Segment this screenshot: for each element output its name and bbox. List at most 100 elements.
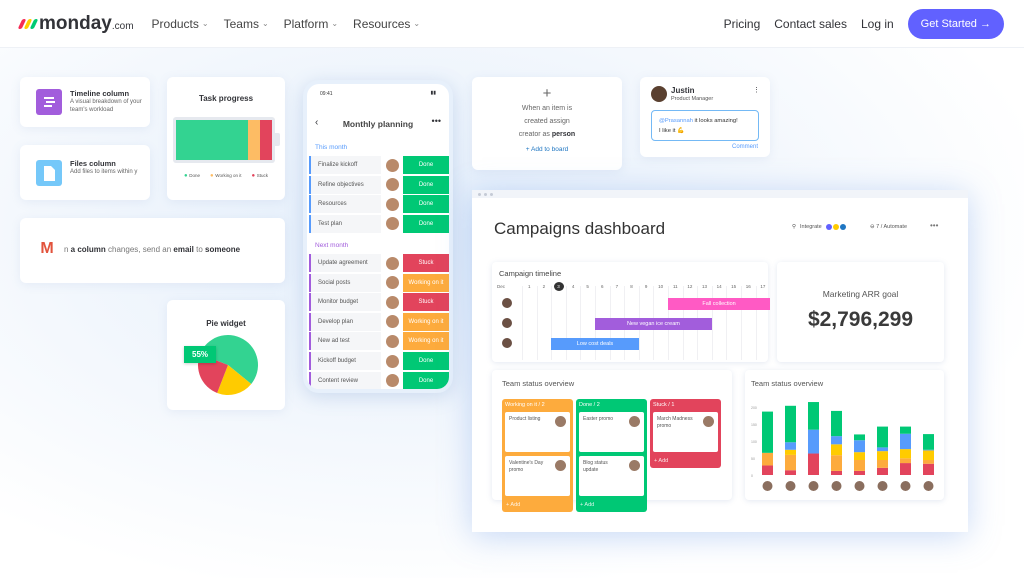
logo[interactable]: monday .com [17,13,134,35]
bar-segment [785,454,796,471]
bar-segment [923,450,934,460]
status-cell[interactable]: Working on it [403,273,449,292]
status-cell[interactable]: Done [403,371,449,389]
mention[interactable]: @Prasannah [659,118,693,124]
file-icon [36,160,62,186]
add-card-button[interactable]: + Add [650,456,721,468]
comment-button[interactable]: Comment [732,144,758,150]
kanban-card[interactable]: March Madness promo [653,412,718,452]
integrate-button[interactable]: ⚲ Integrate [792,224,846,230]
bar-segment [831,410,842,437]
bar-segment [877,426,888,448]
column-header: Done / 2 [579,402,600,408]
avatar [502,338,512,348]
comment-text: it looks amazing! [692,118,738,124]
card-description: A visual breakdown of your team's worklo… [70,99,142,113]
kanban-card[interactable]: Easter promo [579,412,644,452]
nav-contact-sales[interactable]: Contact sales [774,17,847,31]
text-bold: someone [205,245,241,254]
board-row[interactable]: New ad test Working on it [309,332,449,351]
status-cell[interactable]: Done [403,195,449,214]
status-cell[interactable]: Working on it [403,312,449,331]
nav-platform[interactable]: Platform ⌄ [284,17,338,31]
avatar [381,254,403,272]
timeline-column-card: Timeline column A visual breakdown of yo… [20,77,150,127]
nav-resources[interactable]: Resources ⌄ [353,17,420,31]
board-row[interactable]: Develop plan Working on it [309,312,449,331]
avatar [381,352,403,370]
nav-products[interactable]: Products ⌄ [152,17,209,31]
board-row[interactable]: Content review Done [309,371,449,389]
board-row[interactable]: Monitor budget Stuck [309,293,449,312]
status-cell[interactable]: Done [403,156,449,174]
get-started-button[interactable]: Get Started → [907,8,1004,39]
nav-login[interactable]: Log in [861,17,894,31]
text: changes, send an [105,245,174,254]
timeline-day: 7 [615,284,619,289]
bar-segment [831,444,842,456]
chevron-down-icon: ⌄ [261,19,269,28]
dashboard-title: Campaigns dashboard [494,219,666,238]
timeline-day: 14 [716,284,722,289]
logo-suffix: .com [111,21,134,32]
board-row[interactable]: Update agreement Stuck [309,254,449,272]
board-row[interactable]: Resources Done [309,195,449,214]
timeline-bar[interactable]: New vegan ice cream [595,318,712,330]
timeline-day: 8 [630,284,633,289]
y-tick-label: 0 [751,474,753,478]
status-cell[interactable]: Done [403,175,449,194]
status-cell[interactable]: Done [403,352,449,370]
board-row[interactable]: Kickoff budget Done [309,352,449,370]
more-icon[interactable]: ••• [930,221,938,230]
status-cell[interactable]: Working on it [403,332,449,351]
timeline-bar[interactable]: Low cost deals [551,338,639,350]
gmail-icon: M [32,232,62,266]
kanban-card[interactable]: Blog status update [579,456,644,496]
avatar [381,372,403,389]
status-cell[interactable]: Stuck [403,293,449,312]
add-card-button[interactable]: + Add [502,500,573,512]
nav-label: Resources [353,16,411,31]
timeline-bar[interactable]: Fall collection [668,298,771,310]
nav-pricing[interactable]: Pricing [724,17,761,31]
avatar [502,318,512,328]
logo-mark-icon [17,18,39,29]
task-progress-card: Task progress ● Done ● Working on it ● Stu… [167,77,285,200]
board-row[interactable]: Refine objectives Done [309,175,449,194]
more-icon[interactable]: ••• [432,116,441,126]
column-header: Stuck / 1 [653,402,675,408]
status-cell[interactable]: Done [403,214,449,233]
board-row[interactable]: Social posts Working on it [309,273,449,292]
avatar [629,416,640,427]
card-title: Pie widget [206,319,246,328]
avatar [381,293,403,311]
plus-icon[interactable]: + [472,85,622,102]
nav-teams[interactable]: Teams ⌄ [224,17,269,31]
status-cell[interactable]: Stuck [403,254,449,272]
widget-title: Team status overview [502,379,575,388]
avatar [923,481,934,491]
timeline-day: 6 [601,284,604,289]
window-header [472,190,968,198]
avatar [381,195,403,213]
avatar [877,481,888,491]
bar-segment [808,402,819,430]
add-to-board-link[interactable]: + Add to board [472,143,622,156]
timeline-day: 13 [701,284,707,289]
status-time: 09:41 [320,91,333,97]
bar-segment [900,463,911,475]
comment-bubble: @Prasannah it looks amazing! I like it 💪 [651,110,759,141]
avatar [381,332,403,350]
chevron-down-icon: ⌄ [201,19,209,28]
board-row[interactable]: Test plan Done [309,214,449,233]
avatar [785,481,796,491]
add-card-button[interactable]: + Add [576,500,647,512]
avatar [381,156,403,174]
item-name: Content review [311,371,381,389]
automate-button[interactable]: ⊖ 7 / Automate [870,224,907,230]
bar-segment [831,455,842,471]
more-vertical-icon[interactable]: ⋮ [753,86,760,94]
kanban-card[interactable]: Product listing [505,412,570,452]
board-row[interactable]: Finalize kickoff Done [309,156,449,174]
kanban-card[interactable]: Valentine's Day promo [505,456,570,496]
